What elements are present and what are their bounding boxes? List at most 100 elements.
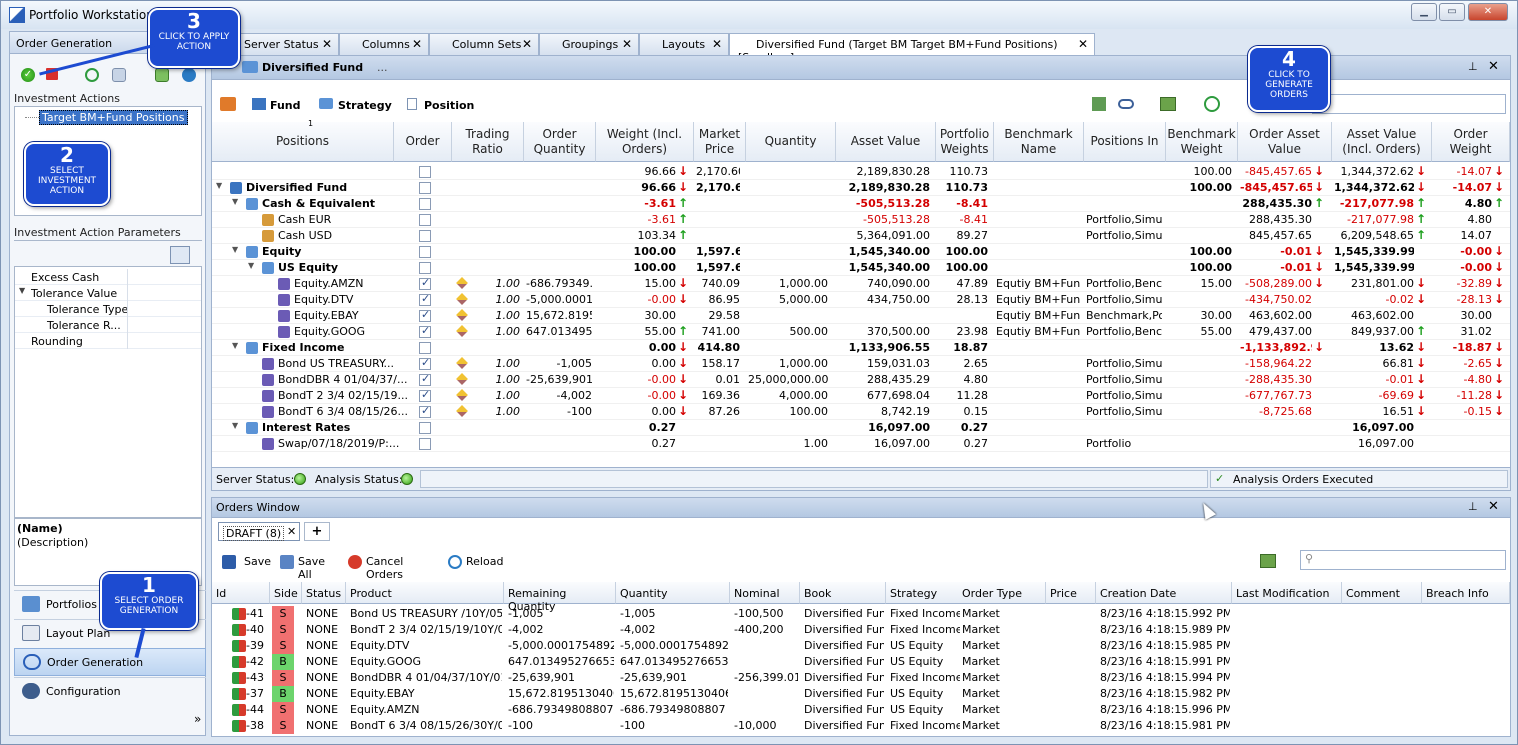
param-value-field[interactable] [127, 269, 201, 285]
export-icon[interactable] [1160, 97, 1176, 111]
expand-icon[interactable]: ▼ [232, 421, 238, 430]
grid-col-header[interactable]: Order Quantity [524, 122, 596, 162]
grid-row[interactable]: Bond US TREASURY...1.00-1,0050.00↓158.17… [212, 356, 1510, 372]
grid-row[interactable]: Equity.EBAY 1.00 15,672.8195... 30.00 29.58 E… [212, 308, 1510, 324]
close-icon[interactable]: ✕ [287, 525, 296, 538]
param-value-field[interactable] [127, 317, 201, 333]
tab-groupings[interactable]: Groupings ✕ [539, 33, 639, 55]
order-checkbox[interactable] [419, 262, 431, 274]
expand-icon[interactable]: ▼ [248, 261, 254, 270]
cancel-orders-button[interactable]: Cancel Orders [348, 553, 440, 581]
tab-diversified-fund[interactable]: Diversified Fund (Target BM Target BM+Fu… [729, 33, 1095, 64]
order-checkbox[interactable] [419, 308, 431, 322]
order-row[interactable]: -41 S NONE Bond US TREASURY /10Y/05/... -1,0… [212, 606, 1510, 622]
order-row[interactable]: -42 B NONE Equity.GOOG 647.013495276653 647.0… [212, 654, 1510, 670]
action-item-target-bm-fund[interactable]: Target BM+Fund Positions [39, 110, 188, 125]
orders-col-header[interactable]: Breach Info [1422, 582, 1510, 604]
close-icon[interactable]: ✕ [712, 37, 722, 51]
param-row[interactable]: Excess Cash [15, 269, 201, 285]
grid-row[interactable]: BondT 6 3/4 08/15/26...1.00-1000.00↓87.2… [212, 404, 1510, 420]
orders-pin-icon[interactable]: ⊥ [1468, 500, 1478, 513]
add-tab-button[interactable]: + [304, 522, 330, 541]
orders-search-input[interactable]: ⚲ [1300, 550, 1506, 570]
grid-col-header[interactable]: Portfolio Weights [936, 122, 994, 162]
orders-col-header[interactable]: Quantity [616, 582, 730, 604]
order-checkbox[interactable] [419, 342, 431, 354]
grid-col-header[interactable]: Benchmark Weight [1166, 122, 1238, 162]
tab-draft[interactable]: DRAFT (8) ✕ [218, 522, 300, 541]
orders-col-header[interactable]: Last Modification [1232, 582, 1342, 604]
tab-column-sets[interactable]: Column Sets ✕ [429, 33, 539, 55]
minimize-button[interactable]: ▁ [1411, 3, 1437, 21]
order-checkbox[interactable] [419, 388, 431, 402]
grid-row[interactable]: BondDBR 4 01/04/37/... 1.00 -25,639,901 -0.… [212, 372, 1510, 388]
orders-col-header[interactable]: Side [270, 582, 302, 604]
param-row[interactable]: Rounding [15, 333, 201, 349]
grid-row[interactable]: Cash USD 103.34 ↑ 5,364,091.00 89.27 Portfoli… [212, 228, 1510, 244]
grid-search-input[interactable] [1312, 94, 1506, 114]
close-icon[interactable]: ✕ [322, 37, 332, 51]
orders-export-icon[interactable] [1260, 554, 1276, 568]
close-icon[interactable]: ✕ [622, 37, 632, 51]
param-row[interactable]: Tolerance R... [15, 317, 201, 333]
nav-order-generation[interactable]: Order Generation [14, 648, 206, 676]
grid-row[interactable]: 96.66↓2,170.602,189,830.28110.73100.00-8… [212, 164, 1510, 180]
order-checkbox[interactable] [419, 356, 431, 370]
panel-close-icon[interactable]: ✕ [1488, 59, 1499, 74]
delete-icon[interactable] [112, 68, 126, 82]
grid-col-header[interactable]: Order Asset Value [1238, 122, 1332, 162]
nav-configuration[interactable]: Configuration [14, 677, 206, 705]
grid-row[interactable]: Cash EUR -3.61 ↑ -505,513.28 -8.41 Portfolio,… [212, 212, 1510, 228]
tab-columns[interactable]: Columns ✕ [339, 33, 429, 55]
grid-row[interactable]: ▼Diversified Fund96.66↓2,170.602,189,830… [212, 180, 1510, 196]
order-row[interactable]: -43 S NONE BondDBR 4 01/04/37/10Y/01... -25,… [212, 670, 1510, 686]
crumb-home-icon[interactable] [220, 97, 236, 111]
orders-col-header[interactable]: Price [1046, 582, 1096, 604]
generate-icon[interactable] [85, 68, 99, 82]
generate-orders-icon[interactable] [1204, 96, 1220, 112]
close-button[interactable]: ✕ [1468, 3, 1508, 21]
grid-col-header[interactable]: Asset Value [836, 122, 936, 162]
order-checkbox[interactable] [419, 198, 431, 210]
grid-col-header[interactable]: Quantity [746, 122, 836, 162]
close-icon[interactable]: ✕ [522, 37, 532, 51]
order-checkbox[interactable] [419, 182, 431, 194]
order-row[interactable]: -37 B NONE Equity.EBAY 15,672.8195130406 15,6… [212, 686, 1510, 702]
params-sort-button[interactable] [170, 246, 190, 264]
tab-server-status[interactable]: Server Status ✕ [235, 33, 339, 55]
orders-close-icon[interactable]: ✕ [1488, 499, 1499, 514]
crumb-strategy[interactable]: Strategy [338, 99, 392, 112]
grid-row[interactable]: Equity.GOOG1.00647.013495...55.00↑741.00… [212, 324, 1510, 340]
grid-row[interactable]: ▼ Equity 100.00 1,597.62 1,545,340.00 100.00 1… [212, 244, 1510, 260]
save-button[interactable]: Save [222, 553, 272, 571]
orders-col-header[interactable]: Book [800, 582, 886, 604]
grid-col-header[interactable]: Benchmark Name [994, 122, 1084, 162]
grid-row[interactable]: BondT 2 3/4 02/15/19...1.00-4,002-0.00↓1… [212, 388, 1510, 404]
grid-col-header[interactable]: Positions In [1084, 122, 1166, 162]
order-row[interactable]: -38 S NONE BondT 6 3/4 08/15/26/30Y/0... -10… [212, 718, 1510, 734]
expand-icon[interactable]: ▼ [232, 341, 238, 350]
grid-col-header[interactable]: Positions [212, 122, 394, 162]
save-all-button[interactable]: Save All [280, 553, 342, 581]
expand-icon[interactable]: ▼ [232, 197, 238, 206]
grid-row[interactable]: ▼ Cash & Equivalent -3.61 ↑ -505,513.28 -8.41… [212, 196, 1510, 212]
order-checkbox[interactable] [419, 324, 431, 338]
param-row[interactable]: ▼ Tolerance Value [15, 285, 201, 301]
reload-button[interactable]: Reload [448, 553, 508, 571]
maximize-button[interactable]: ▭ [1439, 3, 1465, 21]
tree-toggle-icon[interactable]: ▼ [19, 286, 25, 295]
tab-layouts[interactable]: Layouts ✕ [639, 33, 729, 55]
order-checkbox[interactable] [419, 422, 431, 434]
orders-col-header[interactable]: Strategy [886, 582, 962, 604]
expand-icon[interactable]: ▼ [232, 245, 238, 254]
grid-row[interactable]: ▼ US Equity 100.00 1,597.62 1,545,340.00 100.… [212, 260, 1510, 276]
orders-col-header[interactable]: Status [302, 582, 346, 604]
grid-col-header[interactable]: Asset Value (Incl. Orders) [1332, 122, 1432, 162]
grid-col-header[interactable]: Order [394, 122, 452, 162]
eye-icon[interactable] [1118, 99, 1134, 109]
grid-row[interactable]: Equity.AMZN1.00-686.79349...15.00↓740.09… [212, 276, 1510, 292]
orders-col-header[interactable]: Comment [1342, 582, 1422, 604]
orders-col-header[interactable]: Nominal [730, 582, 800, 604]
apply-check-icon[interactable]: ✓ [21, 68, 35, 82]
order-checkbox[interactable] [419, 230, 431, 242]
